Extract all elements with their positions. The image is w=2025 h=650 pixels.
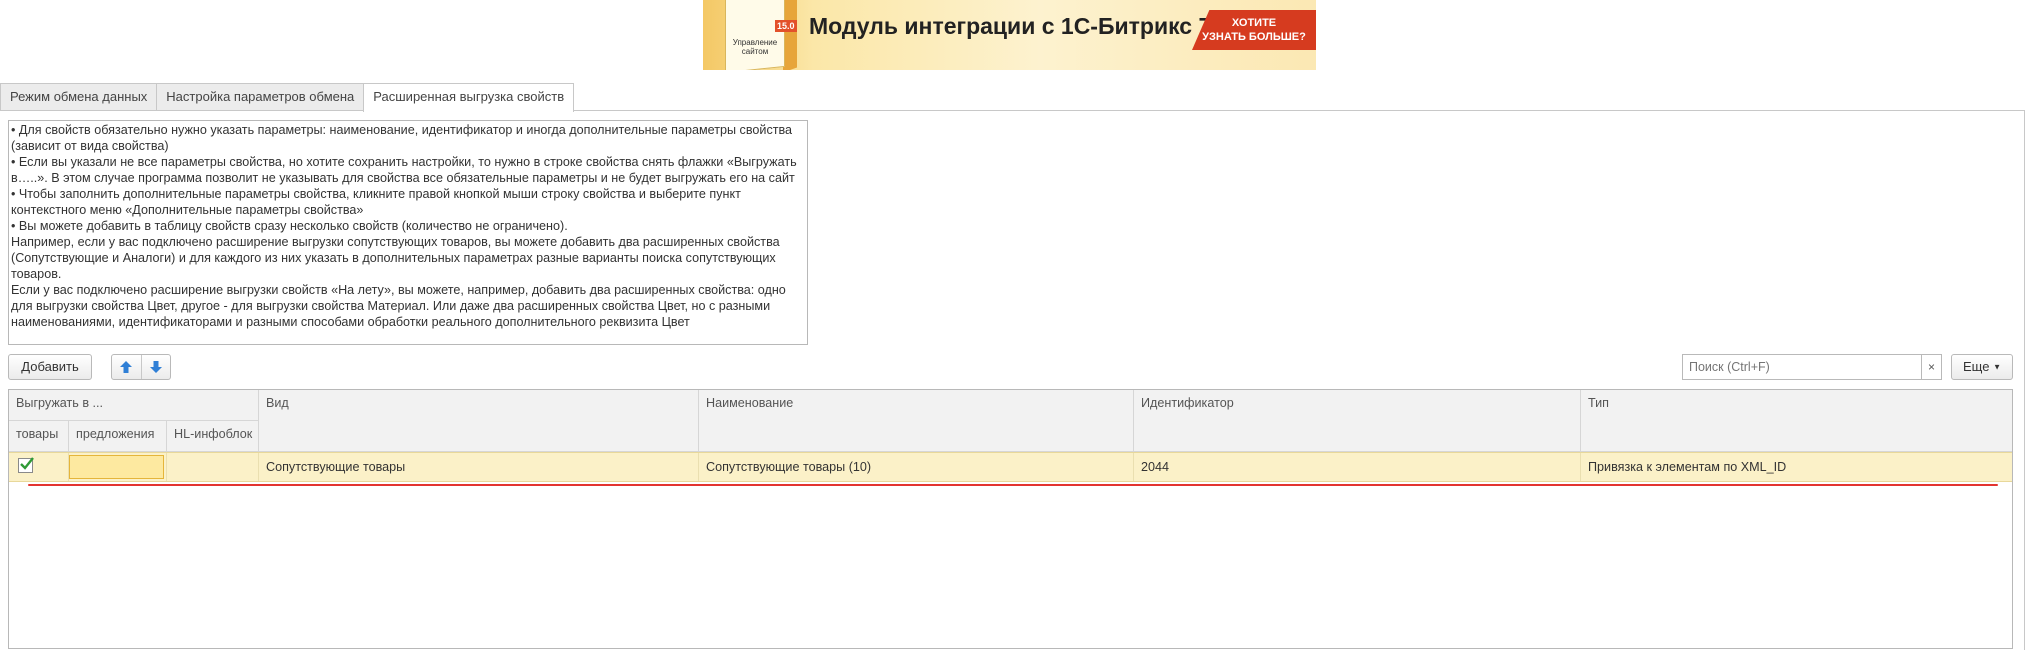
export-products-checkbox[interactable] xyxy=(18,457,34,473)
header-identifier[interactable]: Идентификатор xyxy=(1134,390,1581,452)
move-up-button[interactable] xyxy=(112,355,141,379)
cell-hl-infoblock[interactable] xyxy=(167,453,259,481)
move-buttons xyxy=(111,354,171,380)
header-offers[interactable]: предложения xyxy=(69,421,167,452)
header-name[interactable]: Наименование xyxy=(699,390,1134,452)
product-box-version: 15.0 xyxy=(775,20,797,32)
product-box-icon xyxy=(725,0,785,70)
header-type[interactable]: Тип xyxy=(1581,390,2012,452)
more-label: Еще xyxy=(1963,359,1990,374)
clear-search-button[interactable]: × xyxy=(1922,354,1942,380)
cell-kind[interactable]: Сопутствующие товары xyxy=(259,453,699,481)
checkmark-icon xyxy=(20,457,34,470)
arrow-down-icon xyxy=(149,361,162,373)
info-line: Если у вас подключено расширение выгрузк… xyxy=(11,283,786,329)
product-box-label: Управление сайтом xyxy=(732,38,778,56)
header-hl-infoblock[interactable]: HL-инфоблок xyxy=(167,421,259,452)
cell-type[interactable]: Привязка к элементам по XML_ID xyxy=(1581,453,2012,481)
search-input[interactable] xyxy=(1682,354,1922,380)
banner-title: Модуль интеграции с 1С-Битрикс 7.x xyxy=(809,13,1231,39)
info-line: • Для свойств обязательно нужно указать … xyxy=(11,123,793,153)
info-line: • Если вы указали не все параметры свойс… xyxy=(11,155,797,185)
product-box-side xyxy=(783,0,797,70)
table-row[interactable]: Сопутствующие товары Сопутствующие товар… xyxy=(9,452,2012,482)
tab-bar: Режим обмена данных Настройка параметров… xyxy=(0,83,575,112)
offers-edit-field[interactable] xyxy=(69,455,164,479)
add-button[interactable]: Добавить xyxy=(8,354,92,380)
header-export-group: Выгружать в ... xyxy=(9,390,259,421)
info-textbox[interactable]: • Для свойств обязательно нужно указать … xyxy=(8,120,808,345)
red-underline-annotation xyxy=(28,484,1998,486)
cell-offers xyxy=(69,453,167,481)
info-line: • Чтобы заполнить дополнительные парамет… xyxy=(11,187,741,217)
banner-cta-line2: УЗНАТЬ БОЛЬШЕ? xyxy=(1202,31,1306,43)
chevron-down-icon: ▼ xyxy=(1993,362,2001,372)
arrow-up-icon xyxy=(120,361,133,373)
move-down-button[interactable] xyxy=(140,355,171,379)
cell-identifier[interactable]: 2044 xyxy=(1134,453,1581,481)
info-line: Например, если у вас подключено расширен… xyxy=(11,235,780,281)
promo-banner[interactable]: Управление сайтом 15.0 Модуль интеграции… xyxy=(703,0,1316,70)
tab-extended-properties[interactable]: Расширенная выгрузка свойств xyxy=(363,83,575,112)
tab-exchange-settings[interactable]: Настройка параметров обмена xyxy=(156,83,365,111)
cell-name[interactable]: Сопутствующие товары (10) xyxy=(699,453,1134,481)
header-kind[interactable]: Вид xyxy=(259,390,699,452)
cell-products xyxy=(9,453,69,481)
banner-cta-line1: ХОТИТЕ xyxy=(1231,17,1277,29)
more-button[interactable]: Еще ▼ xyxy=(1951,354,2013,380)
properties-table: Выгружать в ... товары предложения HL-ин… xyxy=(8,389,2013,649)
banner-cta-button[interactable]: ХОТИТЕ УЗНАТЬ БОЛЬШЕ? xyxy=(1192,10,1316,50)
info-line: • Вы можете добавить в таблицу свойств с… xyxy=(11,219,568,233)
tab-exchange-mode[interactable]: Режим обмена данных xyxy=(0,83,158,111)
header-products[interactable]: товары xyxy=(9,421,69,452)
